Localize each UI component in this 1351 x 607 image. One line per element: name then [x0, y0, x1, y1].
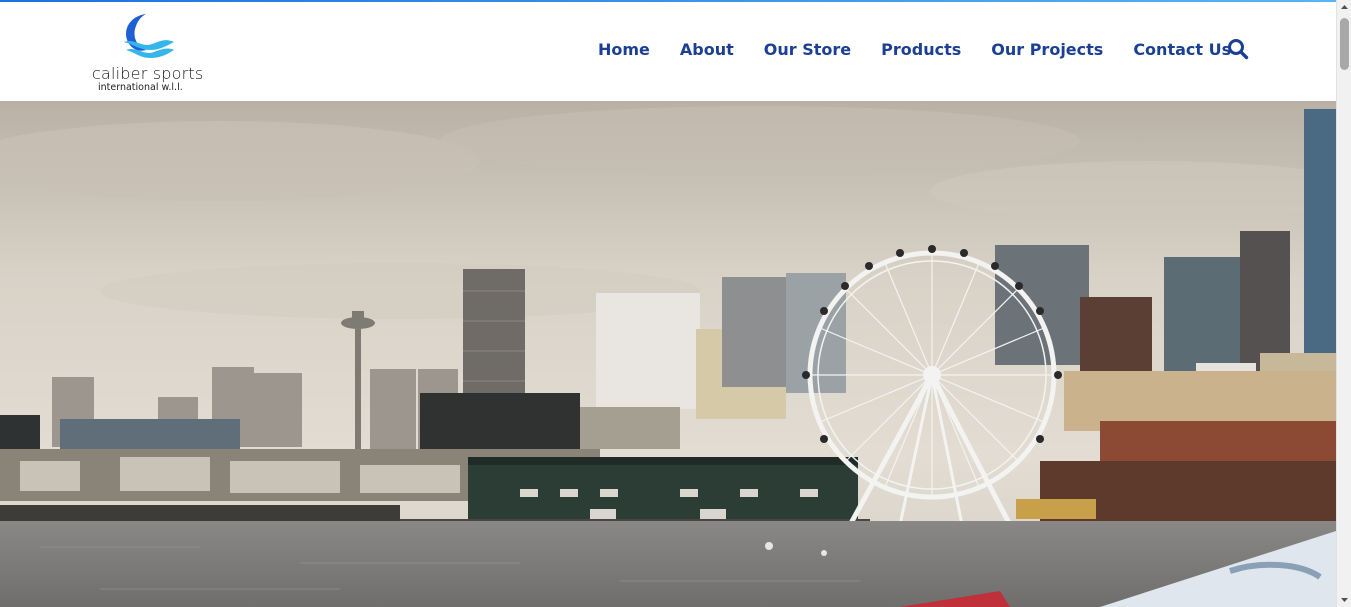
main-nav: Home About Our Store Products Our Projec…	[598, 40, 1231, 59]
logo-wave-icon	[124, 14, 174, 58]
scroll-up-button[interactable]	[1337, 0, 1351, 15]
logo-brand-name: caliber sports	[92, 64, 204, 83]
scroll-down-button[interactable]	[1337, 592, 1351, 607]
search-icon	[1228, 39, 1249, 60]
nav-products[interactable]: Products	[881, 40, 961, 59]
nav-about[interactable]: About	[680, 40, 734, 59]
page-scrollbar[interactable]	[1336, 0, 1351, 607]
logo[interactable]: caliber sports international w.l.l.	[90, 12, 204, 94]
nav-our-projects[interactable]: Our Projects	[991, 40, 1103, 59]
nav-our-store[interactable]: Our Store	[764, 40, 851, 59]
scroll-down-arrow-icon	[1341, 598, 1348, 602]
search-button[interactable]	[1227, 38, 1249, 60]
hero-image	[0, 101, 1336, 607]
site-header: caliber sports international w.l.l. Home…	[0, 2, 1336, 101]
nav-contact-us[interactable]: Contact Us	[1133, 40, 1231, 59]
logo-brand-subtitle: international w.l.l.	[98, 82, 183, 93]
hero-banner	[0, 101, 1336, 607]
nav-home[interactable]: Home	[598, 40, 650, 59]
page: caliber sports international w.l.l. Home…	[0, 0, 1351, 607]
scroll-up-arrow-icon	[1341, 5, 1348, 9]
scroll-thumb[interactable]	[1340, 18, 1349, 70]
